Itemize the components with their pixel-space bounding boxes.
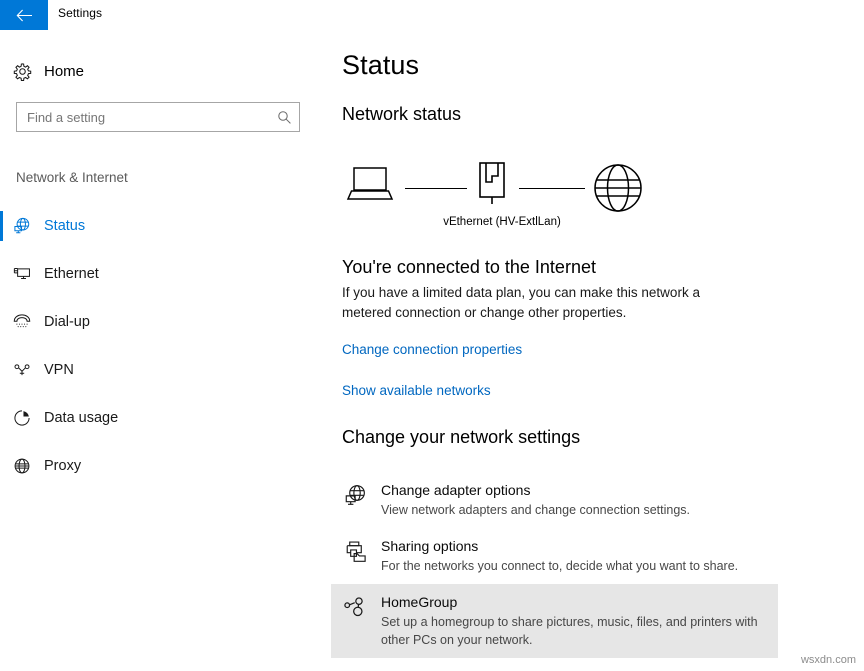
ethernet-monitor-icon xyxy=(0,264,44,284)
search-input[interactable] xyxy=(17,109,269,125)
search-box[interactable] xyxy=(16,102,300,132)
sidebar-item-status-label: Status xyxy=(44,218,86,234)
globe-monitor-icon xyxy=(0,216,44,236)
back-button[interactable] xyxy=(0,0,48,30)
phone-handset-icon xyxy=(0,312,44,332)
app-title: Settings xyxy=(58,6,103,20)
sidebar-item-data-usage-label: Data usage xyxy=(44,410,119,426)
pie-chart-icon xyxy=(0,408,44,428)
sidebar-group-title: Network & Internet xyxy=(16,170,128,185)
setting-change-adapter-options[interactable]: Change adapter options View network adap… xyxy=(331,472,778,528)
sidebar-item-dial-up[interactable]: Dial-up xyxy=(0,298,330,346)
watermark: wsxdn.com xyxy=(800,654,856,666)
sidebar-item-dial-up-label: Dial-up xyxy=(44,314,90,330)
setting-homegroup[interactable]: HomeGroup Set up a homegroup to share pi… xyxy=(331,584,778,658)
globe-monitor-icon xyxy=(343,481,381,508)
connection-line-left xyxy=(405,188,467,189)
sidebar-nav-list: Status Ethernet Dial-up VPN Data usage P… xyxy=(0,202,330,490)
sidebar-item-vpn-label: VPN xyxy=(44,362,74,378)
network-settings-list: Change adapter options View network adap… xyxy=(330,472,864,658)
active-indicator xyxy=(0,451,3,481)
active-indicator xyxy=(0,307,3,337)
sidebar-item-data-usage[interactable]: Data usage xyxy=(0,394,330,442)
active-indicator xyxy=(0,211,3,241)
sidebar-item-home-label: Home xyxy=(44,62,85,80)
sidebar-item-proxy[interactable]: Proxy xyxy=(0,442,330,490)
connection-status-description: If you have a limited data plan, you can… xyxy=(342,285,700,320)
network-diagram: vEthernet (HV-ExtlLan) xyxy=(342,148,662,228)
globe-icon xyxy=(592,162,644,219)
setting-description: For the networks you connect to, decide … xyxy=(381,559,739,573)
active-indicator xyxy=(0,259,3,289)
sidebar-item-vpn[interactable]: VPN xyxy=(0,346,330,394)
connection-status-title: You're connected to the Internet xyxy=(342,257,596,277)
setting-title: HomeGroup xyxy=(381,594,458,610)
sidebar-item-ethernet-label: Ethernet xyxy=(44,266,99,282)
link-show-available-networks[interactable]: Show available networks xyxy=(342,383,491,398)
search-icon xyxy=(269,110,299,125)
sidebar-item-home[interactable]: Home xyxy=(0,55,300,87)
printer-folder-icon xyxy=(343,537,381,564)
gear-icon xyxy=(0,62,44,81)
setting-title: Sharing options xyxy=(381,538,479,554)
change-network-settings-heading: Change your network settings xyxy=(342,427,581,447)
network-status-heading: Network status xyxy=(342,104,462,124)
sidebar-item-proxy-label: Proxy xyxy=(44,458,82,474)
link-change-connection-properties[interactable]: Change connection properties xyxy=(342,342,522,357)
main-content: Status Network status vEthernet (HV-Extl… xyxy=(330,30,864,671)
network-name-label: vEthernet (HV-ExtlLan) xyxy=(443,216,561,228)
titlebar: Settings xyxy=(0,0,864,30)
laptop-icon xyxy=(346,166,394,209)
nodes-icon xyxy=(343,593,381,620)
setting-description: Set up a homegroup to share pictures, mu… xyxy=(381,615,758,647)
sidebar: Home Network & Internet xyxy=(0,30,330,671)
active-indicator xyxy=(0,355,3,385)
vpn-key-icon xyxy=(0,360,44,380)
setting-sharing-options[interactable]: Sharing options For the networks you con… xyxy=(331,528,778,584)
globe-icon xyxy=(0,456,44,476)
setting-description: View network adapters and change connect… xyxy=(381,503,690,517)
page-title: Status xyxy=(342,50,420,80)
connection-line-right xyxy=(519,188,585,189)
sidebar-item-status[interactable]: Status xyxy=(0,202,330,250)
back-arrow-icon xyxy=(16,9,33,22)
ethernet-port-icon xyxy=(476,160,508,211)
setting-title: Change adapter options xyxy=(381,482,531,498)
sidebar-item-ethernet[interactable]: Ethernet xyxy=(0,250,330,298)
active-indicator xyxy=(0,403,3,433)
